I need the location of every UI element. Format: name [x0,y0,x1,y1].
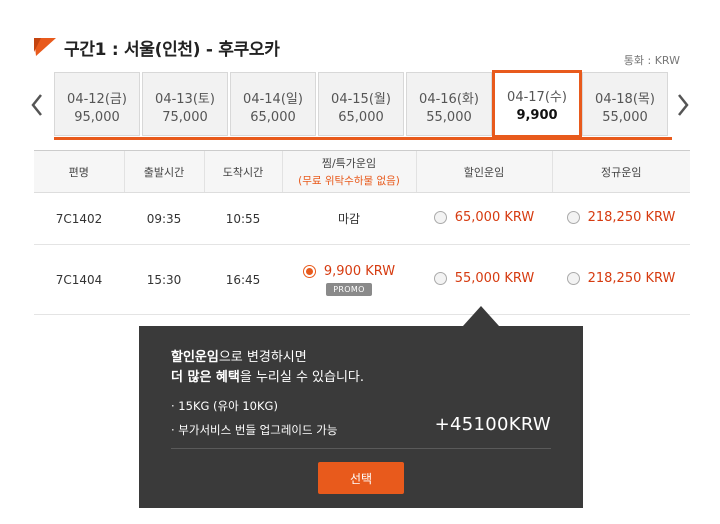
radio-button[interactable] [433,272,447,285]
special-fare-option[interactable]: 9,900 KRW [302,263,396,279]
date-tab-price: 9,900 [516,108,558,123]
date-tab-selected[interactable]: 04-17(수) 9,900 [492,70,582,138]
regular-fare-option[interactable]: 218,250 KRW [566,210,676,225]
col-special: 찜/특가운임 (무료 위탁수하물 없음) [281,150,416,193]
popup-line-2: 더 많은 혜택을 누리실 수 있습니다. [171,366,364,385]
date-tab-price: 95,000 [74,110,120,125]
col-departure: 출발시간 [123,150,204,193]
col-regular: 정규운임 [551,150,690,193]
date-tab-price: 65,000 [338,110,384,125]
date-tab-price: 55,000 [602,110,648,125]
date-tab[interactable]: 04-16(화) 55,000 [406,72,492,136]
table-row: 7C1404 15:30 16:45 9,900 KRW PROMO 55,00… [34,244,690,315]
popup-divider [171,448,551,449]
fare-price: 65,000 KRW [454,210,535,225]
currency-label: 통화 : KRW [623,54,680,67]
fare-price: 9,900 KRW [323,263,396,279]
chevron-right-icon[interactable] [676,92,690,118]
discount-fare-option[interactable]: 65,000 KRW [433,210,535,225]
sold-out-label: 마감 [337,212,361,226]
popup-pointer [463,306,499,326]
date-tab[interactable]: 04-14(일) 65,000 [230,72,316,136]
date-tab-date: 04-14(일) [243,92,303,107]
regular-fare-option[interactable]: 218,250 KRW [566,271,676,286]
flight-number: 7C1402 [34,192,124,245]
discount-fare-option[interactable]: 55,000 KRW [433,271,535,286]
col-special-sub: (무료 위탁수하물 없음) [298,175,400,187]
date-tab-date: 04-18(목) [595,92,655,107]
date-tab-date: 04-15(월) [331,92,391,107]
col-special-label: 찜/특가운임 [321,157,377,170]
route-header: 구간1 : 서울(인천) - 후쿠오카 [34,34,280,60]
flag-icon [34,38,56,56]
date-tab[interactable]: 04-13(토) 75,000 [142,72,228,136]
upgrade-popup: 할인운임으로 변경하시면 더 많은 혜택을 누리실 수 있습니다. · 15KG… [139,326,583,508]
departure-time: 15:30 [124,244,204,315]
fare-price: 55,000 KRW [454,271,535,286]
date-tab-date: 04-13(토) [155,92,215,107]
date-tab-date: 04-12(금) [67,92,127,107]
route-title: 구간1 : 서울(인천) - 후쿠오카 [64,39,280,60]
special-fare-cell: 9,900 KRW PROMO [282,244,416,315]
popup-text: 을 누리실 수 있습니다. [239,370,365,385]
departure-time: 09:35 [124,192,204,245]
date-tab[interactable]: 04-12(금) 95,000 [54,72,140,136]
promo-badge: PROMO [326,282,372,296]
flight-number: 7C1404 [34,244,124,315]
radio-button[interactable] [433,211,447,224]
popup-highlight: 더 많은 혜택 [171,370,240,385]
regular-fare-cell: 218,250 KRW [552,244,690,315]
date-tabs: 04-12(금) 95,000 04-13(토) 75,000 04-14(일)… [54,70,672,138]
popup-line-1: 할인운임으로 변경하시면 [171,346,307,365]
discount-fare-cell: 65,000 KRW [416,192,552,245]
popup-text: 으로 변경하시면 [218,350,307,365]
popup-extra-price: +45100KRW [434,414,551,435]
date-tab-price: 75,000 [162,110,208,125]
date-tab-date: 04-16(화) [419,92,479,107]
popup-bullet-bundle: · 부가서비스 번들 업그레이드 가능 [171,423,338,437]
regular-fare-cell: 218,250 KRW [552,192,690,245]
date-tab-date: 04-17(수) [507,90,567,105]
arrival-time: 10:55 [204,192,282,245]
col-arrival: 도착시간 [203,150,282,193]
radio-button[interactable] [566,211,580,224]
arrival-time: 16:45 [204,244,282,315]
fare-table: 편명 출발시간 도착시간 찜/특가운임 (무료 위탁수하물 없음) 할인운임 정… [34,150,690,315]
special-fare-cell: 마감 [282,192,416,245]
col-flight: 편명 [34,150,124,193]
popup-bullet-baggage: · 15KG (유아 10KG) [171,399,278,413]
popup-highlight: 할인운임 [171,350,219,365]
chevron-left-icon[interactable] [30,92,44,118]
date-tab-price: 65,000 [250,110,296,125]
select-button[interactable]: 선택 [318,462,404,494]
discount-fare-cell: 55,000 KRW [416,244,552,315]
fare-price: 218,250 KRW [587,271,676,286]
date-tab-price: 55,000 [426,110,472,125]
col-discount: 할인운임 [415,150,552,193]
radio-button-selected[interactable] [302,264,316,278]
date-tab[interactable]: 04-18(목) 55,000 [582,72,668,136]
radio-button[interactable] [566,272,580,285]
fare-price: 218,250 KRW [587,210,676,225]
date-tab[interactable]: 04-15(월) 65,000 [318,72,404,136]
table-row: 7C1402 09:35 10:55 마감 65,000 KRW 218,250… [34,192,690,245]
